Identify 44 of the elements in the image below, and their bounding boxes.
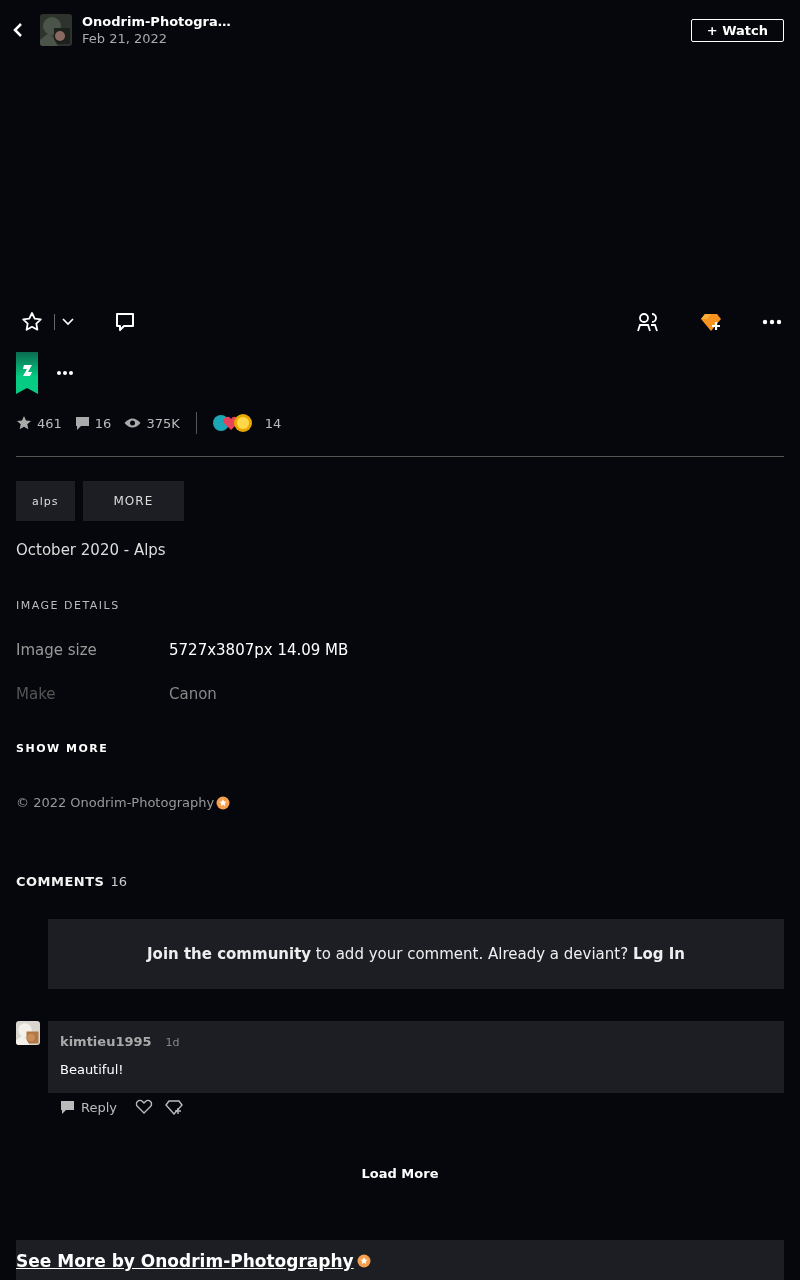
comment-icon [60,1099,75,1115]
comments-heading: COMMENTS [16,874,105,889]
see-more-link[interactable]: See More by Onodrim-Photography [16,1251,354,1271]
detail-label: Make [16,685,57,703]
detail-value: 5727x3807px 14.09 MB [169,641,349,659]
comment-time: 1d [165,1036,180,1049]
awards-drawing[interactable] [210,412,255,434]
tag-chip[interactable]: alps [16,481,75,521]
comment-text: Beautiful! [60,1062,125,1077]
award-count: 14 [264,415,282,431]
core-badge-icon [216,795,231,810]
comment-count: 16 [94,415,112,431]
heart-icon[interactable] [135,1099,153,1115]
chevron-down-icon[interactable] [61,317,75,327]
watch-button[interactable]: + Watch [690,18,784,42]
eye-icon [124,417,142,429]
join-text: Join the community to add your comment. Already a deviant? Log In [147,945,685,963]
more-tags-button[interactable]: MORE [82,481,185,521]
gem-plus-icon[interactable] [165,1099,183,1115]
gem-plus-icon[interactable] [701,312,723,332]
more-icon[interactable] [56,370,74,376]
back-icon[interactable] [12,22,24,38]
more-icon[interactable] [762,319,782,325]
view-count: 375K [146,415,180,431]
star-icon[interactable] [20,310,44,334]
section-heading: IMAGE DETAILS [16,599,121,612]
detail-value: Canon [169,685,217,703]
core-badge-icon [356,1254,371,1268]
show-more-button[interactable]: SHOW MORE [16,742,109,755]
detail-label: Image size [16,641,98,659]
description: October 2020 - Alps [16,541,167,559]
post-date: Feb 21, 2022 [82,31,169,46]
deviantart-badge-icon [16,352,38,394]
people-icon[interactable] [637,311,659,333]
star-icon [16,415,32,431]
author-name[interactable]: Onodrim-Photogra… [82,14,691,29]
comment-icon [74,415,90,431]
comment-icon[interactable] [114,311,136,333]
comment-count: 16 [110,874,127,889]
favourite-count: 461 [37,415,62,431]
reply-button[interactable]: Reply [60,1099,117,1115]
comment-username[interactable]: kimtieu1995 [60,1034,152,1049]
copyright-text: © 2022 Onodrim-Photography [16,795,215,810]
load-more-button[interactable]: Load More [355,1165,445,1182]
